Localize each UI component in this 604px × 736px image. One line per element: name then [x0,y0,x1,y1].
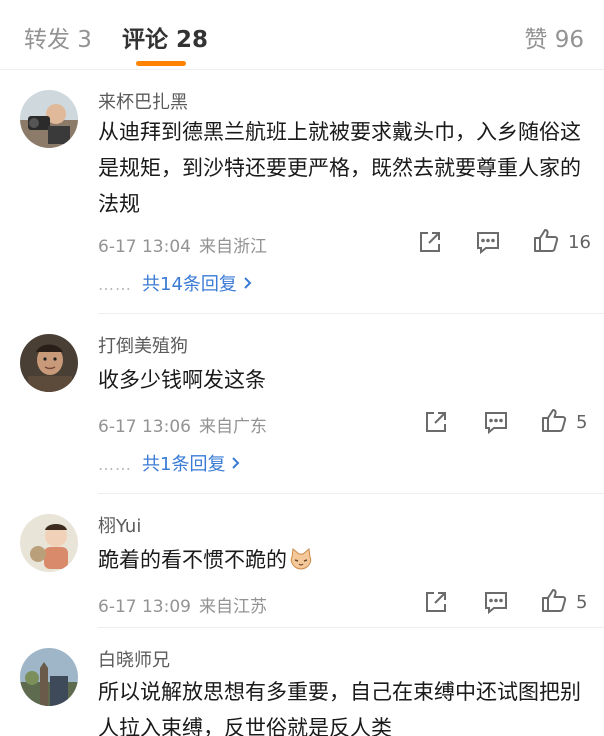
comment-meta: 6-17 13:04 来自浙江 [98,232,267,257]
comment-icon[interactable] [482,408,510,436]
dots-decoration: …… [98,275,132,294]
chevron-right-icon [231,454,241,475]
dots-decoration: …… [98,455,132,474]
avatar[interactable] [20,334,78,392]
comment-username[interactable]: 白晓师兄 [98,646,170,672]
comment-text: 所以说解放思想有多重要，自己在束缚中还试图把别人拉入束缚，反世俗就是反人类 [98,680,581,736]
comment-item: 来杯巴扎黑 从迪拜到德黑兰航班上就被要求戴头巾，入乡随俗这是规矩，到沙特还要更严… [0,70,604,314]
comment-time: 6-17 13:06 [98,417,191,437]
comment-item: 打倒美殖狗 收多少钱啊发这条 6-17 13:06 来自广东 5 …… 共1条回复 [0,314,604,494]
comment-icon[interactable] [474,228,502,256]
tab-comments[interactable]: 评论 28 [122,20,208,54]
comment-text: 从迪拜到德黑兰航班上就被要求戴头巾，入乡随俗这是规矩，到沙特还要更严格，既然去就… [98,120,581,216]
comment-text: 跪着的看不惯不跪的 [98,542,592,581]
tab-reposts[interactable]: 转发 3 [24,20,92,54]
chevron-right-icon [243,274,253,295]
comment-tabs: 转发 3 评论 28 赞 96 [0,0,604,70]
comment-meta: 6-17 13:06 来自广东 [98,412,267,437]
comment-location: 来自浙江 [198,237,267,257]
replies-count: 共1条回复 [142,454,226,475]
comment-item: 白晓师兄 所以说解放思想有多重要，自己在束缚中还试图把别人拉入束缚，反世俗就是反… [0,628,604,736]
comment-location: 来自江苏 [198,597,267,617]
replies-count: 共14条回复 [142,274,237,295]
comment-meta: 6-17 13:09 来自江苏 [98,592,267,617]
share-icon[interactable] [416,228,444,256]
like-count: 5 [576,592,588,613]
like-count: 16 [568,232,591,253]
avatar[interactable] [20,90,78,148]
comment-username[interactable]: 来杯巴扎黑 [98,88,188,114]
share-icon[interactable] [422,408,450,436]
comment-item: 栩Yui 跪着的看不惯不跪的 6-17 13:09 来自江苏 5 [0,494,604,628]
comment-username[interactable]: 栩Yui [98,512,141,538]
like-count: 5 [576,412,588,433]
comment-time: 6-17 13:04 [98,237,191,257]
share-icon[interactable] [422,588,450,616]
tab-likes[interactable]: 赞 96 [524,20,584,54]
cat-face-emoji-icon [289,545,313,581]
comment-icon[interactable] [482,588,510,616]
thumbs-up-icon[interactable] [532,226,560,254]
view-replies-link[interactable]: …… 共14条回复 [98,270,253,296]
view-replies-link[interactable]: …… 共1条回复 [98,450,241,476]
comment-text-body: 跪着的看不惯不跪的 [98,548,287,572]
active-tab-indicator [136,61,186,66]
thumbs-up-icon[interactable] [540,406,568,434]
thumbs-up-icon[interactable] [540,586,568,614]
avatar[interactable] [20,648,78,706]
comment-time: 6-17 13:09 [98,597,191,617]
comment-location: 来自广东 [198,417,267,437]
avatar[interactable] [20,514,78,572]
comment-text: 收多少钱啊发这条 [98,368,266,392]
comment-username[interactable]: 打倒美殖狗 [98,332,188,358]
